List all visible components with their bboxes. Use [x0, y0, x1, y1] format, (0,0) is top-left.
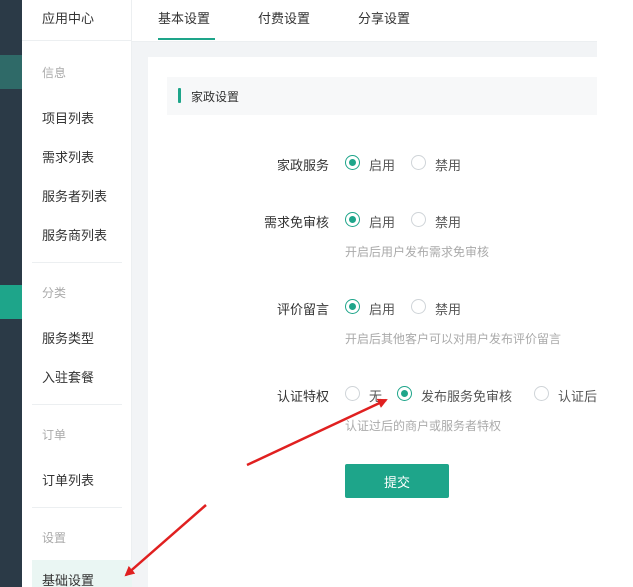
- certification-privilege-label: 认证特权: [276, 390, 329, 405]
- sidebar-item-project-list[interactable]: 项目列表: [42, 108, 94, 127]
- section-accent-bar: [178, 88, 181, 103]
- housekeeping-enable-radio[interactable]: [345, 155, 360, 170]
- sidebar-group-settings: 设置: [42, 531, 67, 545]
- demand-exempt-enable-label[interactable]: 启用: [369, 212, 395, 231]
- housekeeping-service-label: 家政服务: [276, 159, 329, 174]
- demand-exempt-disable-label[interactable]: 禁用: [435, 212, 461, 231]
- demand-exempt-label: 需求免审核: [263, 216, 329, 231]
- certification-none-label[interactable]: 无: [369, 386, 382, 405]
- certification-service-exempt-label[interactable]: 发布服务免审核: [421, 386, 512, 405]
- submit-button[interactable]: 提交: [345, 464, 449, 498]
- sidebar-item-order-list[interactable]: 订单列表: [42, 470, 94, 489]
- housekeeping-enable-label[interactable]: 启用: [369, 155, 395, 174]
- sidebar-divider: [32, 262, 122, 263]
- sidebar-divider: [32, 507, 122, 508]
- sidebar-divider: [32, 404, 122, 405]
- tab-payment-settings[interactable]: 付费设置: [258, 8, 310, 27]
- sidebar-item-basic-settings[interactable]: 基础设置: [42, 570, 94, 587]
- sidebar-app-title[interactable]: 应用中心: [42, 8, 94, 27]
- sidebar-divider: [22, 40, 132, 41]
- certification-after-radio[interactable]: [534, 386, 549, 401]
- rail-highlight: [0, 55, 22, 89]
- certification-none-radio[interactable]: [345, 386, 360, 401]
- screenshot-edge: [597, 0, 633, 587]
- demand-exempt-hint: 开启后用户发布需求免审核: [345, 245, 490, 259]
- sidebar-item-provider-list[interactable]: 服务者列表: [42, 186, 107, 205]
- review-comment-disable-label[interactable]: 禁用: [435, 299, 461, 318]
- certification-privilege-hint: 认证过后的商户或服务者特权: [345, 419, 502, 433]
- section-header: 家政设置: [167, 77, 597, 115]
- housekeeping-disable-radio[interactable]: [411, 155, 426, 170]
- review-comment-label: 评价留言: [276, 303, 329, 318]
- sidebar-group-orders: 订单: [42, 428, 67, 442]
- tab-basic-settings[interactable]: 基本设置: [158, 8, 210, 27]
- tab-share-settings[interactable]: 分享设置: [358, 8, 410, 27]
- certification-after-label[interactable]: 认证后: [558, 386, 597, 405]
- review-comment-enable-radio[interactable]: [345, 299, 360, 314]
- review-comment-hint: 开启后其他客户可以对用户发布评价留言: [345, 332, 562, 346]
- review-comment-enable-label[interactable]: 启用: [369, 299, 395, 318]
- active-tab-underline: [158, 38, 215, 40]
- certification-service-exempt-radio[interactable]: [397, 386, 412, 401]
- housekeeping-disable-label[interactable]: 禁用: [435, 155, 461, 174]
- section-title: 家政设置: [191, 90, 240, 104]
- sidebar-item-service-type[interactable]: 服务类型: [42, 328, 94, 347]
- demand-exempt-enable-radio[interactable]: [345, 212, 360, 227]
- rail-active-highlight: [0, 285, 22, 319]
- demand-exempt-disable-radio[interactable]: [411, 212, 426, 227]
- sidebar-item-demand-list[interactable]: 需求列表: [42, 147, 94, 166]
- review-comment-disable-radio[interactable]: [411, 299, 426, 314]
- settings-panel: 家政设置: [148, 57, 597, 587]
- dark-nav-rail: [0, 0, 22, 587]
- content-area: 家政设置: [132, 42, 597, 587]
- tab-bar: 基本设置 付费设置 分享设置: [132, 0, 597, 42]
- sidebar-group-category: 分类: [42, 286, 67, 300]
- sidebar-item-join-package[interactable]: 入驻套餐: [42, 367, 94, 386]
- sidebar-item-merchant-list[interactable]: 服务商列表: [42, 225, 107, 244]
- sidebar-group-info: 信息: [42, 66, 67, 80]
- sidebar: 应用中心 信息 项目列表 需求列表 服务者列表 服务商列表 分类 服务类型 入驻…: [22, 0, 132, 587]
